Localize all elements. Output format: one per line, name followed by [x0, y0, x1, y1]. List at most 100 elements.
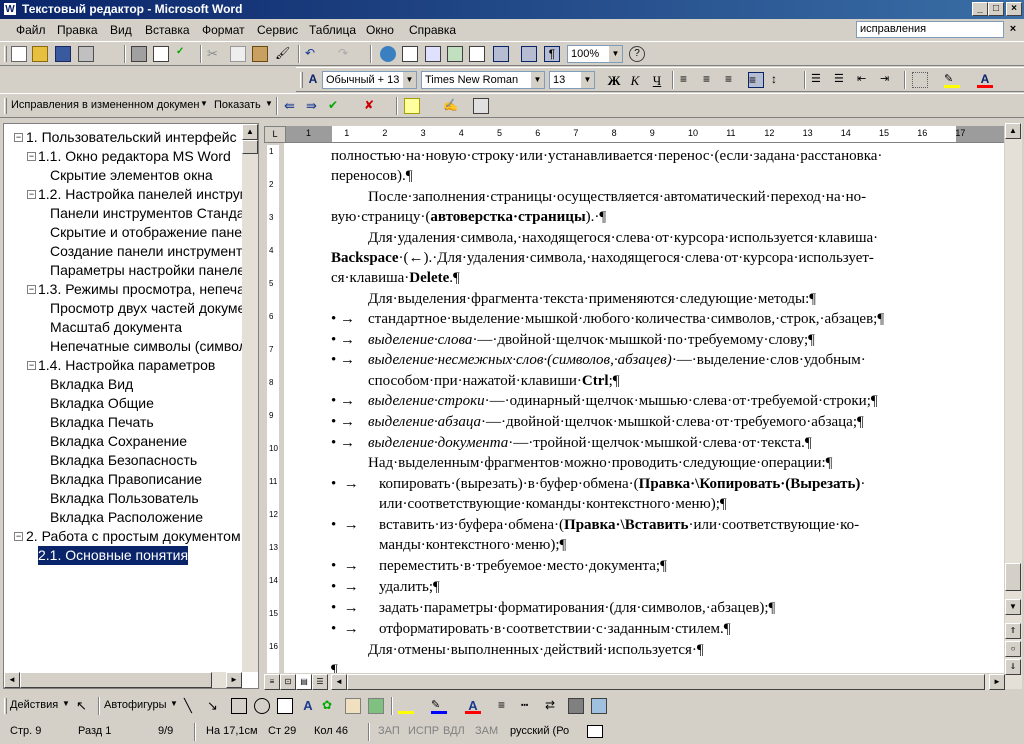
- line-style-icon[interactable]: ≡: [498, 698, 514, 714]
- menu-format[interactable]: Формат: [202, 23, 245, 37]
- outline-view-icon[interactable]: ☰: [312, 674, 328, 690]
- doc-map-item[interactable]: 2. Работа с простым документом: [26, 527, 241, 546]
- menu-table[interactable]: Таблица: [309, 23, 356, 37]
- insert-excel-icon[interactable]: [447, 46, 463, 62]
- doc-map-item[interactable]: Непечатные символы (символы: [50, 337, 257, 356]
- menu-help[interactable]: Справка: [409, 23, 456, 37]
- menu-window[interactable]: Окно: [366, 23, 394, 37]
- doc-map-item[interactable]: Скрытие элементов окна: [50, 166, 213, 185]
- normal-view-icon[interactable]: ≡: [264, 674, 280, 690]
- menu-file[interactable]: Файл: [16, 23, 46, 37]
- doc-map-item-selected[interactable]: 2.1. Основные понятия: [38, 546, 189, 565]
- align-center-icon[interactable]: ≡: [703, 72, 719, 88]
- scroll-thumb-h[interactable]: [347, 674, 985, 690]
- show-hide-pilcrow-icon[interactable]: ¶: [544, 46, 560, 62]
- menu-view[interactable]: Вид: [110, 23, 132, 37]
- tab-selector[interactable]: L: [264, 126, 286, 143]
- doc-map-item[interactable]: 1. Пользовательский интерфейс: [26, 128, 237, 147]
- reject-change-icon[interactable]: ✘: [364, 98, 380, 114]
- doc-map-item[interactable]: Параметры настройки панелей: [50, 261, 253, 280]
- italic-button[interactable]: К: [626, 72, 644, 89]
- doc-map-item[interactable]: Панели инструментов Стандартная: [50, 204, 258, 223]
- line-tool-icon[interactable]: ╲: [184, 698, 200, 714]
- align-right-icon[interactable]: ≡: [725, 72, 741, 88]
- document-page[interactable]: полностью·на·новую·строку·или·устанавлив…: [284, 143, 1004, 673]
- permission-icon[interactable]: [78, 46, 94, 62]
- title-bar[interactable]: W Текстовый редактор - Microsoft Word _ …: [0, 0, 1024, 19]
- text-line[interactable]: Для·удаления·символа,·находящегося·слева…: [368, 228, 878, 248]
- align-left-icon[interactable]: ≡: [680, 72, 696, 88]
- new-document-icon[interactable]: [11, 46, 27, 62]
- clip-art-icon[interactable]: [345, 698, 361, 714]
- scroll-thumb-h[interactable]: [20, 672, 212, 688]
- open-folder-icon[interactable]: [32, 46, 48, 62]
- reviewing-pane-icon[interactable]: [473, 98, 489, 114]
- line-color-icon[interactable]: ✎: [431, 698, 447, 714]
- rectangle-tool-icon[interactable]: [231, 698, 247, 714]
- styles-pane-icon[interactable]: A: [305, 72, 321, 88]
- doc-map-item[interactable]: Создание панели инструментов: [50, 242, 257, 261]
- style-select[interactable]: Обычный + 13 р ▼: [322, 71, 417, 89]
- highlight-icon[interactable]: ✎: [944, 72, 960, 88]
- diagram-icon[interactable]: ✿: [322, 698, 338, 714]
- cut-icon[interactable]: ✂: [207, 46, 223, 62]
- justify-icon[interactable]: ≡: [748, 72, 764, 88]
- collapse-icon[interactable]: −: [14, 532, 23, 541]
- undo-icon[interactable]: ↶: [305, 46, 321, 62]
- list-item[interactable]: копировать·(вырезать)·в·буфер·обмена·(Пр…: [379, 474, 865, 494]
- scroll-left-icon[interactable]: ◄: [4, 672, 20, 688]
- font-color-icon[interactable]: A: [977, 72, 993, 88]
- menu-tools[interactable]: Сервис: [257, 23, 298, 37]
- scroll-thumb[interactable]: [242, 140, 258, 154]
- list-item[interactable]: задать·параметры·форматирования·(для·сим…: [379, 598, 775, 618]
- list-item[interactable]: удалить;¶: [379, 577, 440, 597]
- insert-picture-icon[interactable]: [368, 698, 384, 714]
- text-line[interactable]: Для·выделения·фрагмента·текста·применяют…: [368, 289, 816, 309]
- scroll-down-icon[interactable]: ▼: [1005, 599, 1021, 615]
- list-item-cont[interactable]: или·соответствующие·команды·контекстного…: [379, 494, 727, 514]
- doc-map-item[interactable]: Масштаб документа: [50, 318, 182, 337]
- actions-menu[interactable]: Действия: [10, 699, 58, 711]
- bold-button[interactable]: Ж: [605, 72, 623, 89]
- doc-map-item[interactable]: Вкладка Сохранение: [50, 432, 187, 451]
- new-comment-icon[interactable]: [404, 98, 420, 114]
- tables-borders-icon[interactable]: [402, 46, 418, 62]
- list-item[interactable]: выделение·строки·—·одинарный·щелчок·мышь…: [368, 391, 878, 411]
- doc-map-item[interactable]: Вкладка Общие: [50, 394, 154, 413]
- doc-map-hscroll[interactable]: ◄ ►: [4, 672, 242, 688]
- doc-map-item[interactable]: Вкладка Пользователь: [50, 489, 199, 508]
- collapse-icon[interactable]: −: [27, 285, 36, 294]
- document-map-icon[interactable]: [521, 46, 537, 62]
- minimize-button[interactable]: _: [972, 2, 988, 16]
- text-line[interactable]: вую·страницу·(автоверстка·страницы).·¶: [331, 207, 606, 227]
- zoom-select[interactable]: 100% ▼: [567, 45, 623, 63]
- copy-icon[interactable]: [230, 46, 246, 62]
- maximize-button[interactable]: □: [988, 2, 1004, 16]
- accept-change-icon[interactable]: ✔: [328, 98, 344, 114]
- doc-map-item[interactable]: 1.4. Настройка параметров: [38, 356, 215, 375]
- scroll-left-icon[interactable]: ◄: [331, 674, 347, 690]
- collapse-icon[interactable]: −: [27, 190, 36, 199]
- paste-icon[interactable]: [252, 46, 268, 62]
- document-vscroll[interactable]: ▲ ▼ ⇑ ○ ⇓: [1005, 123, 1022, 689]
- text-line[interactable]: Над·выделенным·фрагментов·можно·проводит…: [368, 453, 832, 473]
- previous-change-icon[interactable]: ⇚: [284, 98, 300, 114]
- word-app-icon[interactable]: W: [3, 2, 17, 16]
- text-line[interactable]: После·заполнения·страницы·осуществляется…: [368, 187, 866, 207]
- doc-map-item[interactable]: 1.1. Окно редактора MS Word: [38, 147, 231, 166]
- fill-color-icon[interactable]: [398, 698, 414, 714]
- insert-table-icon[interactable]: [425, 46, 441, 62]
- print-preview-icon[interactable]: [153, 46, 169, 62]
- collapse-icon[interactable]: −: [27, 152, 36, 161]
- drawing-icon[interactable]: [493, 46, 509, 62]
- scroll-up-icon[interactable]: ▲: [1005, 123, 1021, 139]
- doc-map-item[interactable]: Вкладка Правописание: [50, 470, 202, 489]
- wordart-icon[interactable]: A: [300, 698, 316, 714]
- doc-map-item[interactable]: 1.3. Режимы просмотра, непечатные: [38, 280, 258, 299]
- text-line[interactable]: переносов).¶: [331, 166, 413, 186]
- print-layout-view-icon[interactable]: ▤: [296, 674, 312, 690]
- next-change-icon[interactable]: ⇛: [306, 98, 322, 114]
- scroll-thumb[interactable]: [1005, 563, 1021, 591]
- collapse-icon[interactable]: −: [27, 361, 36, 370]
- line-spacing-icon[interactable]: ↕: [771, 72, 787, 88]
